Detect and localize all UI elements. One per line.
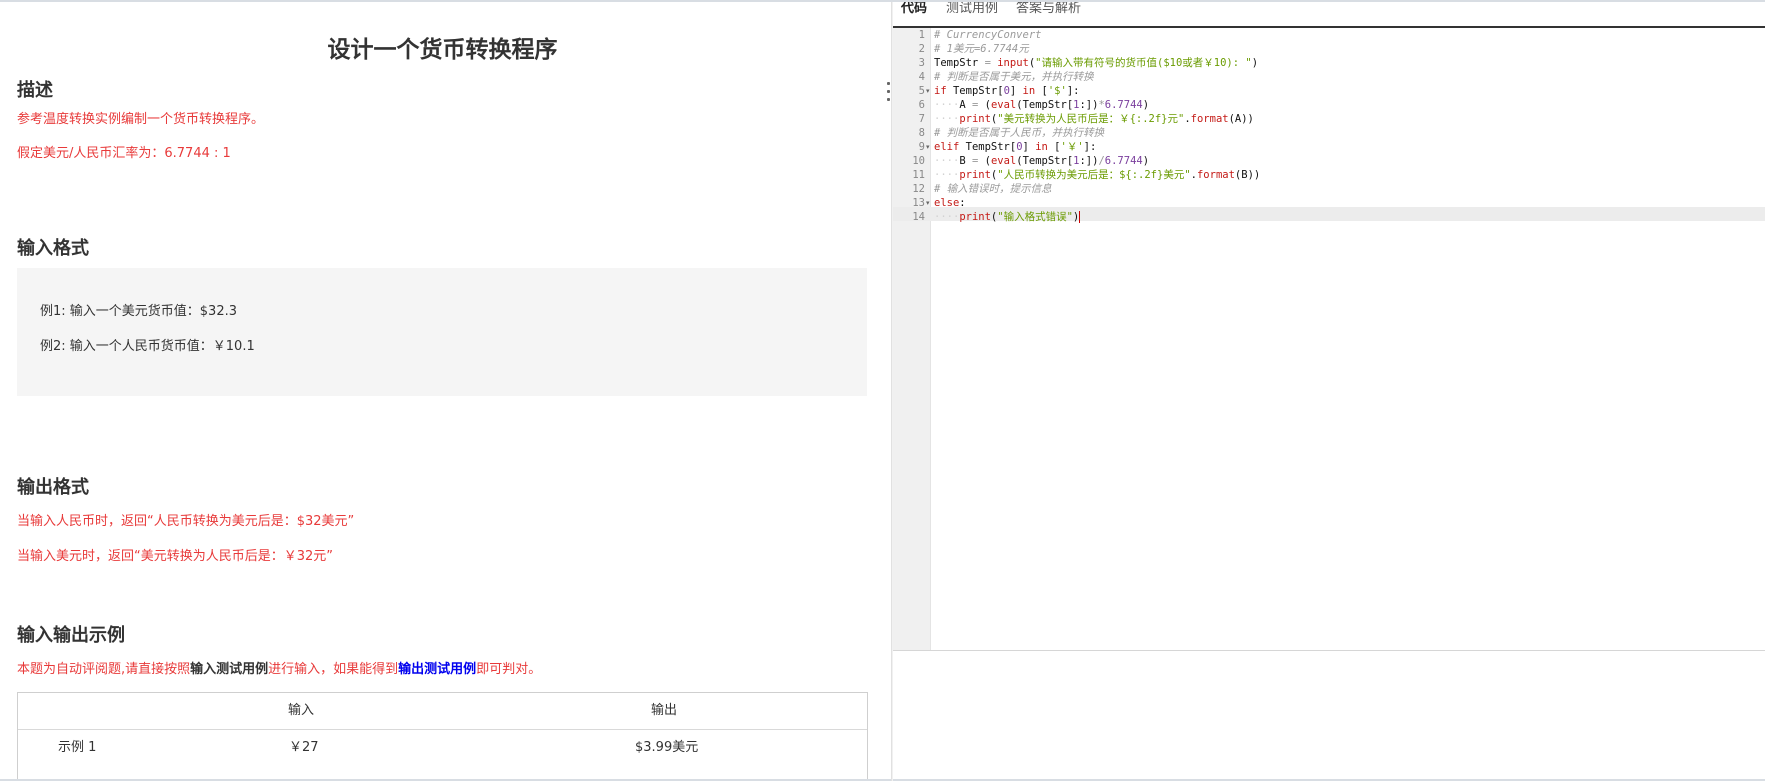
description-line-1: 参考温度转换实例编制一个货币转换程序。 [17, 112, 265, 127]
input-example-1: 例1: 输入一个美元货币值：$32.3 [40, 304, 237, 319]
fold-marker-icon[interactable]: ▾ [926, 140, 930, 154]
input-example-2: 例2: 输入一个人民币货币值：￥10.1 [40, 339, 255, 354]
line-number: 12 [912, 183, 925, 195]
line-number: 1 [918, 29, 925, 41]
tab-test-cases[interactable]: 测试用例 [946, 2, 998, 16]
code-editor[interactable]: 1 2 3 4 5 6 7 8 9 10 11 12 13 14 ▾ ▾ ▾ #… [893, 28, 1765, 650]
io-note-prefix: 本题为自动评阅题,请直接按照 [17, 662, 191, 677]
description-heading: 描述 [17, 80, 53, 101]
fold-marker-icon[interactable]: ▾ [926, 196, 930, 210]
io-example-heading: 输入输出示例 [17, 625, 125, 646]
line-number: 11 [912, 169, 925, 181]
io-note: 本题为自动评阅题,请直接按照输入测试用例进行输入，如果能得到输出测试用例即可判对… [17, 658, 541, 677]
line-number: 3 [918, 57, 925, 69]
left-bottom-border [0, 779, 891, 781]
io-note-input-case: 输入测试用例 [190, 662, 269, 677]
problem-pane: 设计一个货币转换程序 描述 参考温度转换实例编制一个货币转换程序。 假定美元/人… [0, 2, 891, 781]
line-number: 8 [918, 127, 925, 139]
line-number: 6 [918, 99, 925, 111]
page-title: 设计一个货币转换程序 [327, 37, 558, 63]
io-note-mid: 进行输入，如果能得到 [268, 662, 399, 677]
table-cell-input: ￥27 [289, 740, 319, 755]
line-number: 9 [918, 141, 925, 153]
line-number: 10 [912, 155, 925, 167]
tab-code[interactable]: 代码 [901, 2, 927, 16]
line-number: 5 [918, 85, 925, 97]
splitter-grip-icon[interactable] [887, 82, 891, 108]
tab-answer-analysis[interactable]: 答案与解析 [1016, 2, 1081, 16]
output-line-2: 当输入美元时，返回“美元转换为人民币后是：￥32元” [17, 549, 334, 564]
right-bottom-border [893, 779, 1765, 781]
editor-tabs: 代码 测试用例 答案与解析 [893, 2, 1765, 28]
output-format-heading: 输出格式 [17, 477, 89, 498]
line-number: 4 [918, 71, 925, 83]
line-number: 7 [918, 113, 925, 125]
table-cell-output: $3.99美元 [635, 740, 699, 755]
output-line-1: 当输入人民币时，返回“人民币转换为美元后是：$32美元” [17, 514, 355, 529]
fold-marker-icon[interactable]: ▾ [926, 84, 930, 98]
editor-pane: 代码 测试用例 答案与解析 1 2 3 4 5 6 7 8 9 10 11 12… [893, 2, 1765, 781]
io-note-suffix: 即可判对。 [476, 662, 542, 677]
output-panel [893, 650, 1765, 781]
table-header-output: 输出 [651, 703, 678, 718]
table-header-row: 输入 输出 [18, 693, 867, 730]
input-format-heading: 输入格式 [17, 238, 89, 259]
table-cell-label: 示例 1 [58, 740, 97, 755]
line-number: 13 [912, 197, 925, 209]
io-example-table: 输入 输出 示例 1 ￥27 $3.99美元 [17, 692, 868, 781]
table-header-input: 输入 [288, 703, 315, 718]
code-lines[interactable]: # CurrencyConvert # 1美元=6.7744元 TempStr = … [934, 28, 1260, 224]
line-number: 14 [912, 211, 925, 223]
line-number: 2 [918, 43, 925, 55]
table-row: 示例 1 ￥27 $3.99美元 [18, 730, 867, 766]
io-note-output-case: 输出测试用例 [398, 662, 477, 677]
input-example-box: 例1: 输入一个美元货币值：$32.3 例2: 输入一个人民币货币值：￥10.1 [17, 268, 867, 396]
description-line-2: 假定美元/人民币汇率为：6.7744 : 1 [17, 146, 231, 161]
